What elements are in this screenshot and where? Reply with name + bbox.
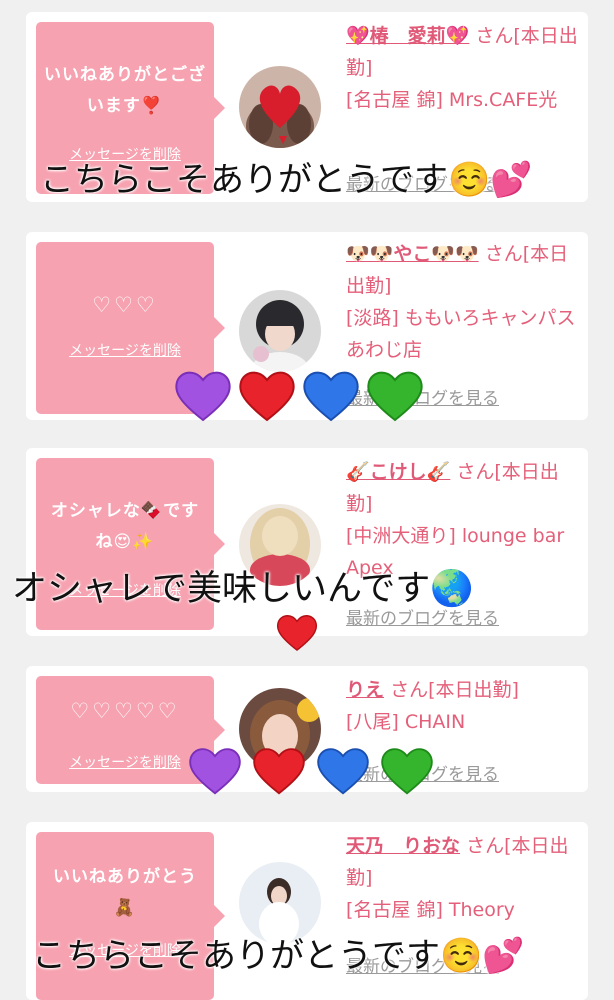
shop-name: [淡路] ももいろキャンパス あわじ店 [346,307,576,361]
red-heart-icon [252,744,310,798]
message-text: オシャレな🍫ですね😍✨ [50,501,200,552]
cast-info: 🐶🐶やこ🐶🐶 さん[本日出勤] [淡路] ももいろキャンパス あわじ店 [346,238,580,366]
caption-overlay: こちらこそありがとうです☺️💕 [40,160,533,200]
message-text: ♡♡♡ [92,293,158,317]
cast-info: 天乃 りおな さん[本日出勤] [名古屋 錦] Theory [346,830,580,926]
caption-overlay: オシャレで美味しいんです🌏 [12,569,474,609]
cast-info: 💖椿 愛莉💖 さん[本日出勤] [名古屋 錦] Mrs.CAFE光 [346,20,580,116]
message-text: いいねありがとう🧸 [53,867,197,918]
red-heart-icon [276,612,318,656]
cast-name-link[interactable]: りえ [346,679,384,701]
caption-overlay: こちらこそありがとうです☺️💕 [32,936,525,976]
cast-name-link[interactable]: 天乃 りおな [346,835,460,857]
red-heart-icon [238,368,296,422]
shop-name: [八尾] CHAIN [346,711,466,733]
blue-heart-icon [302,368,360,422]
delete-message-link[interactable]: メッセージを削除 [36,340,214,360]
avatar[interactable] [239,290,321,372]
avatar[interactable] [239,66,321,148]
cast-info: りえ さん[本日出勤] [八尾] CHAIN [346,674,580,738]
message-text: いいねありがとございます❣️ [44,65,206,116]
cast-name-link[interactable]: 🎸こけし🎸 [346,461,450,483]
cast-status: さん[本日出勤] [390,679,519,701]
cast-name-link[interactable]: 🐶🐶やこ🐶🐶 [346,243,479,265]
heart-row [188,744,438,798]
shop-name: [名古屋 錦] Theory [346,899,515,921]
heart-row [174,368,424,422]
purple-heart-icon [174,368,232,422]
green-heart-icon [366,368,424,422]
shop-name: [名古屋 錦] Mrs.CAFE光 [346,89,558,111]
message-text: ♡♡♡♡♡ [70,699,180,723]
blue-heart-icon [316,744,374,798]
cast-name-link[interactable]: 💖椿 愛莉💖 [346,25,469,47]
green-heart-icon [380,744,438,798]
purple-heart-icon [188,744,246,798]
